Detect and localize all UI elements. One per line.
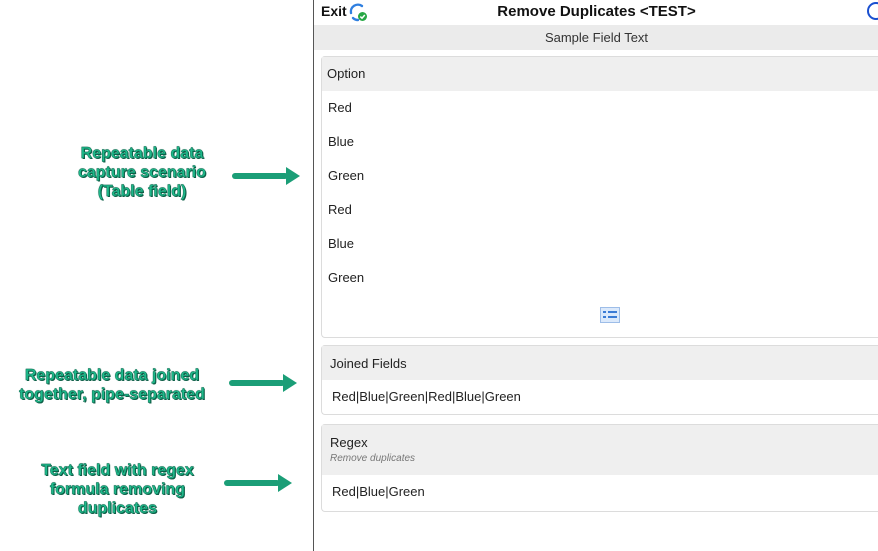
joined-fields-card: Joined Fields Red|Blue|Green|Red|Blue|Gr…	[321, 345, 878, 415]
table-row[interactable]: Blue	[322, 227, 878, 261]
table-row[interactable]: Green	[322, 261, 878, 295]
annotation-line: Repeatable data	[80, 145, 204, 162]
annotation-line: Text field with regex	[41, 462, 194, 479]
regex-card: Regex Remove duplicates Red|Blue|Green	[321, 424, 878, 512]
info-icon[interactable]	[867, 2, 878, 20]
sample-field-text: Sample Field Text	[314, 25, 878, 50]
arrow-icon	[229, 374, 297, 392]
table-row[interactable]: Blue	[322, 125, 878, 159]
annotation-line: duplicates	[77, 500, 158, 517]
joined-fields-value[interactable]: Red|Blue|Green|Red|Blue|Green	[322, 380, 878, 414]
table-row[interactable]: Green	[322, 159, 878, 193]
annotation-line: Repeatable data joined	[24, 367, 200, 384]
top-bar: Exit Remove Duplicates <TEST>	[314, 0, 878, 24]
regex-label: Regex	[330, 435, 368, 450]
app-window: Exit Remove Duplicates <TEST> Sample Fie…	[313, 0, 878, 551]
table-view-icon[interactable]	[600, 307, 620, 323]
table-row[interactable]: Red	[322, 193, 878, 227]
regex-value[interactable]: Red|Blue|Green	[322, 475, 878, 509]
annotation-table-field: Repeatable data capture scenario (Table …	[62, 144, 222, 201]
table-field-card: Option Red Blue Green Red Blue Green	[321, 56, 878, 338]
annotation-line: capture scenario	[77, 164, 207, 181]
annotation-joined-fields: Repeatable data joined together, pipe-se…	[2, 366, 222, 404]
annotation-line: formula removing	[49, 481, 186, 498]
annotation-line: (Table field)	[97, 183, 187, 200]
joined-fields-label: Joined Fields	[322, 346, 878, 380]
annotation-regex: Text field with regex formula removing d…	[30, 461, 205, 518]
arrow-icon	[224, 474, 292, 492]
regex-hint: Remove duplicates	[330, 453, 416, 464]
arrow-icon	[232, 167, 300, 185]
annotation-line: together, pipe-separated	[19, 386, 205, 403]
table-header: Option	[322, 57, 878, 91]
table-row[interactable]: Red	[322, 91, 878, 125]
page-title: Remove Duplicates <TEST>	[497, 3, 696, 20]
regex-header: Regex Remove duplicates	[322, 425, 878, 475]
